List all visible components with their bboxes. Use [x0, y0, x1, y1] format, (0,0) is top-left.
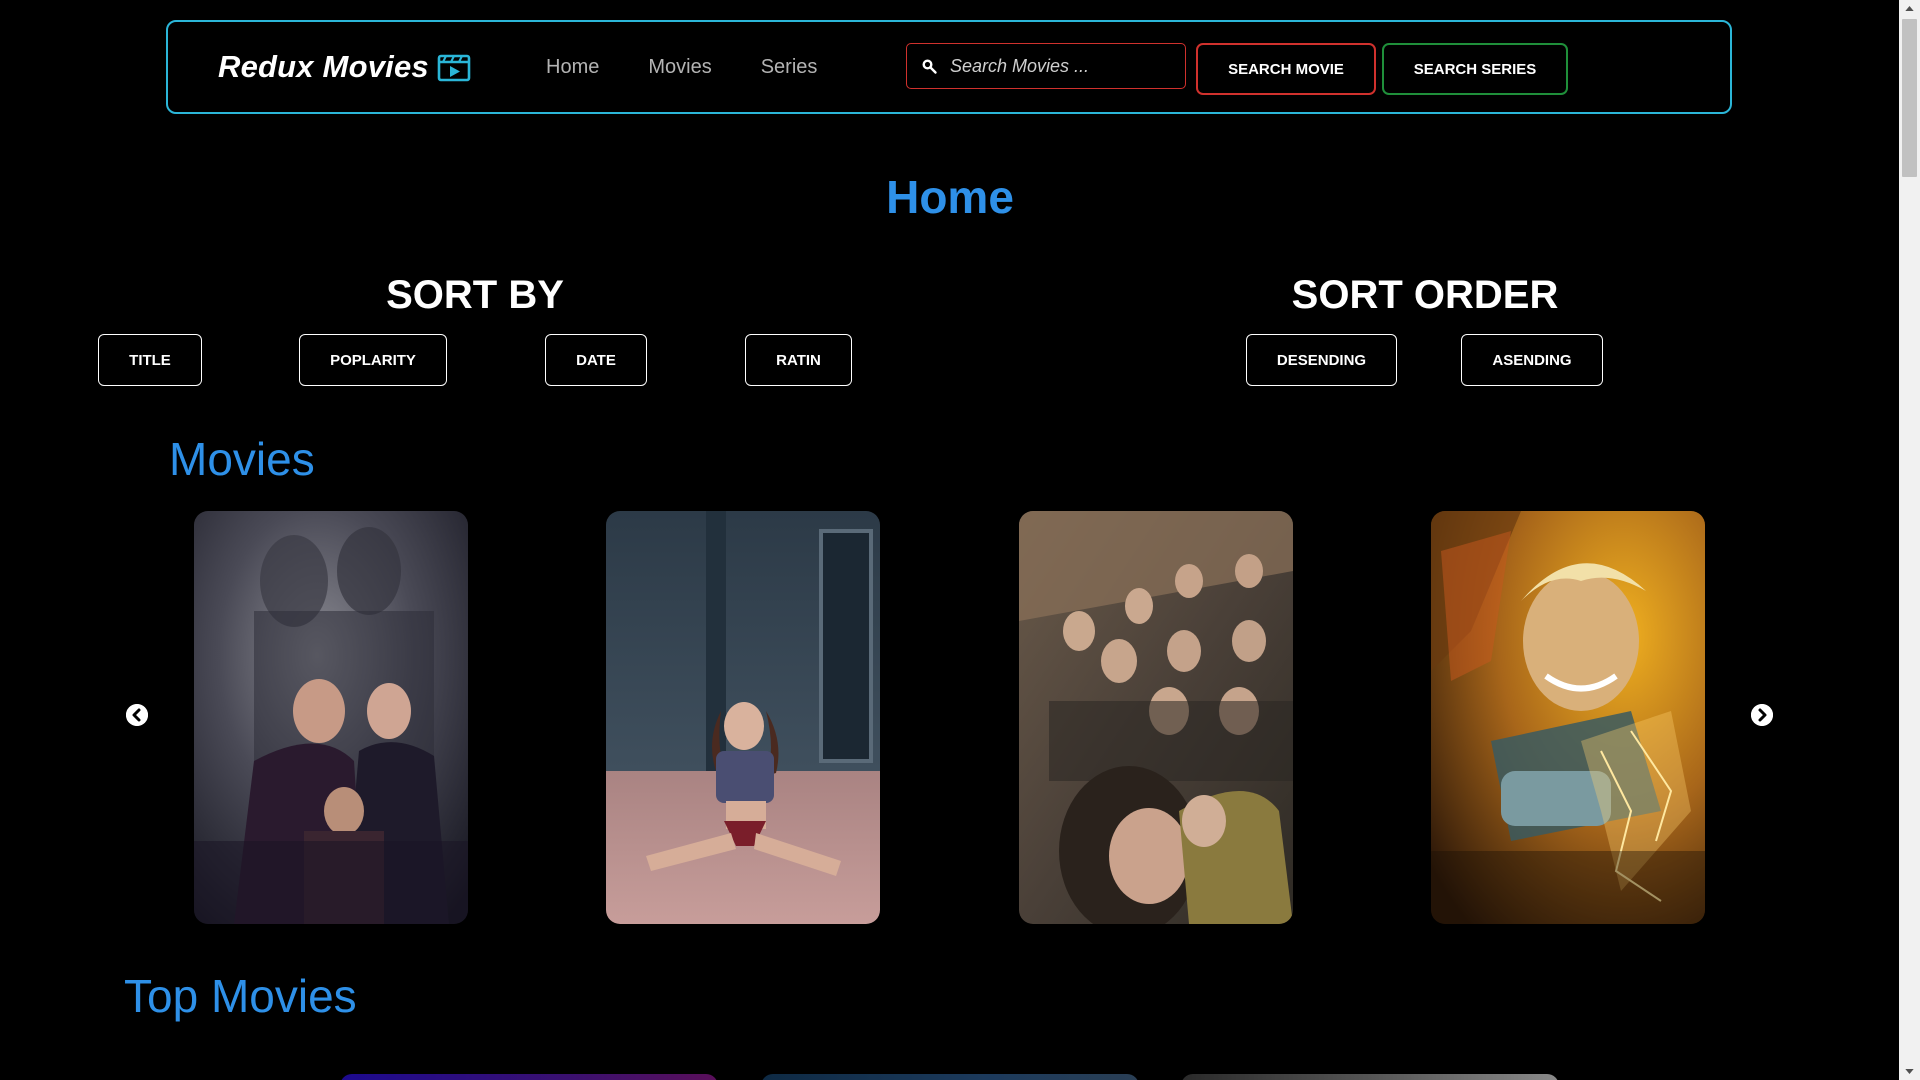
- top-movie-poster[interactable]: [1181, 1074, 1559, 1080]
- search-input[interactable]: [950, 55, 1185, 77]
- top-movies-section-title: Top Movies: [124, 970, 357, 1022]
- chevron-left-icon[interactable]: [126, 704, 148, 726]
- sort-rating-button[interactable]: RATIN: [745, 334, 852, 386]
- brand[interactable]: Redux Movies: [218, 49, 471, 85]
- search-box[interactable]: [906, 43, 1186, 89]
- movie-poster-man-shattered-glass[interactable]: [1431, 511, 1705, 924]
- sort-date-button[interactable]: DATE: [545, 334, 647, 386]
- sort-descending-button[interactable]: DESENDING: [1246, 334, 1397, 386]
- movies-section-title: Movies: [169, 433, 315, 485]
- sort-order-heading: SORT ORDER: [1291, 273, 1559, 317]
- page: Redux Movies Home Movies Series Search M…: [0, 0, 1920, 1080]
- vertical-scrollbar[interactable]: [1899, 0, 1920, 1080]
- nav-link-home[interactable]: Home: [546, 56, 599, 79]
- scroll-down-arrow-icon[interactable]: [1899, 1063, 1920, 1080]
- sort-ascending-button[interactable]: ASENDING: [1461, 334, 1603, 386]
- nav-link-movies[interactable]: Movies: [648, 56, 711, 79]
- chevron-right-icon[interactable]: [1751, 704, 1773, 726]
- sort-title-button[interactable]: TITLE: [98, 334, 202, 386]
- sort-by-heading: SORT BY: [386, 273, 564, 317]
- scrollbar-thumb[interactable]: [1902, 19, 1917, 177]
- movie-poster-woman-split[interactable]: [606, 511, 880, 924]
- movie-poster-family-shadow[interactable]: [194, 511, 468, 924]
- movie-poster-airplane-crowd[interactable]: [1019, 511, 1293, 924]
- scroll-up-arrow-icon[interactable]: [1899, 0, 1920, 17]
- brand-name[interactable]: Redux Movies: [218, 49, 429, 85]
- top-movie-poster[interactable]: [761, 1074, 1139, 1080]
- top-movie-poster[interactable]: [340, 1074, 718, 1080]
- nav-link-series[interactable]: Series: [761, 56, 818, 79]
- nav-links: Home Movies Series: [546, 56, 817, 79]
- clapperboard-play-icon: [437, 52, 471, 82]
- search-icon: [920, 57, 938, 75]
- search-series-button[interactable]: SEARCH SERIES: [1382, 43, 1568, 95]
- page-title: Home: [886, 171, 1014, 223]
- sort-popularity-button[interactable]: POPLARITY: [299, 334, 447, 386]
- search-movie-button[interactable]: SEARCH MOVIE: [1196, 43, 1376, 95]
- navbar: Redux Movies Home Movies Series Search M…: [166, 20, 1732, 114]
